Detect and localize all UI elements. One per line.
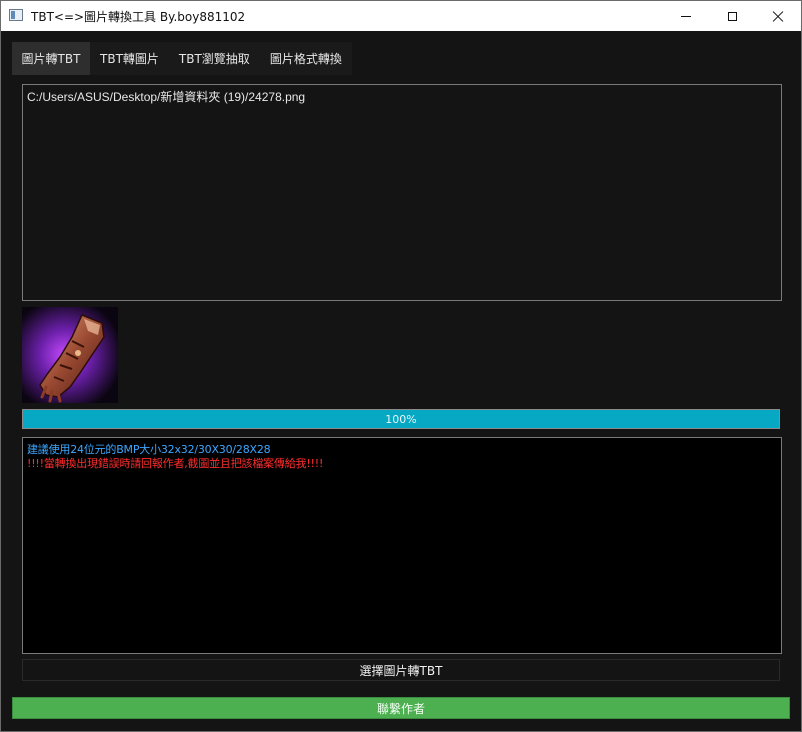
- select-image-button[interactable]: 選擇圖片轉TBT: [22, 659, 780, 681]
- minimize-button[interactable]: [663, 1, 709, 31]
- tab-image-to-tbt[interactable]: 圖片轉TBT: [12, 42, 90, 75]
- tab-image-format-convert[interactable]: 圖片格式轉換: [260, 42, 352, 75]
- tab-tbt-browse-extract[interactable]: TBT瀏覽抽取: [169, 42, 260, 75]
- close-button[interactable]: [755, 1, 801, 31]
- image-preview: [22, 307, 118, 403]
- title-bar[interactable]: TBT<=>圖片轉換工具 By.boy881102: [1, 1, 801, 31]
- maximize-button[interactable]: [709, 1, 755, 31]
- client-area: 圖片轉TBT TBT轉圖片 TBT瀏覽抽取 圖片格式轉換 C:/Users/AS…: [1, 31, 801, 731]
- file-path-list[interactable]: C:/Users/ASUS/Desktop/新增資料夾 (19)/24278.p…: [22, 84, 782, 301]
- app-icon: [9, 9, 23, 21]
- log-warning-line: !!!!當轉換出現錯誤時請回報作者,截圖並且把該檔案傳給我!!!!: [27, 457, 324, 470]
- contact-author-button[interactable]: 聯繫作者: [12, 697, 790, 719]
- gauntlet-item-icon: [22, 307, 118, 403]
- close-icon: [772, 10, 784, 22]
- file-path-text[interactable]: C:/Users/ASUS/Desktop/新增資料夾 (19)/24278.p…: [27, 88, 305, 105]
- app-window: TBT<=>圖片轉換工具 By.boy881102 圖片轉TBT TBT轉圖片 …: [0, 0, 802, 732]
- progress-bar: 100%: [22, 409, 780, 429]
- minimize-icon: [681, 15, 691, 17]
- progress-label: 100%: [385, 412, 417, 426]
- maximize-icon: [727, 11, 737, 21]
- tab-tbt-to-image[interactable]: TBT轉圖片: [90, 42, 169, 75]
- window-title: TBT<=>圖片轉換工具 By.boy881102: [31, 10, 246, 24]
- tab-bar: 圖片轉TBT TBT轉圖片 TBT瀏覽抽取 圖片格式轉換: [12, 42, 352, 75]
- log-output[interactable]: 建議使用24位元的BMP大小32x32/30X30/28X28 !!!!當轉換出…: [22, 437, 782, 654]
